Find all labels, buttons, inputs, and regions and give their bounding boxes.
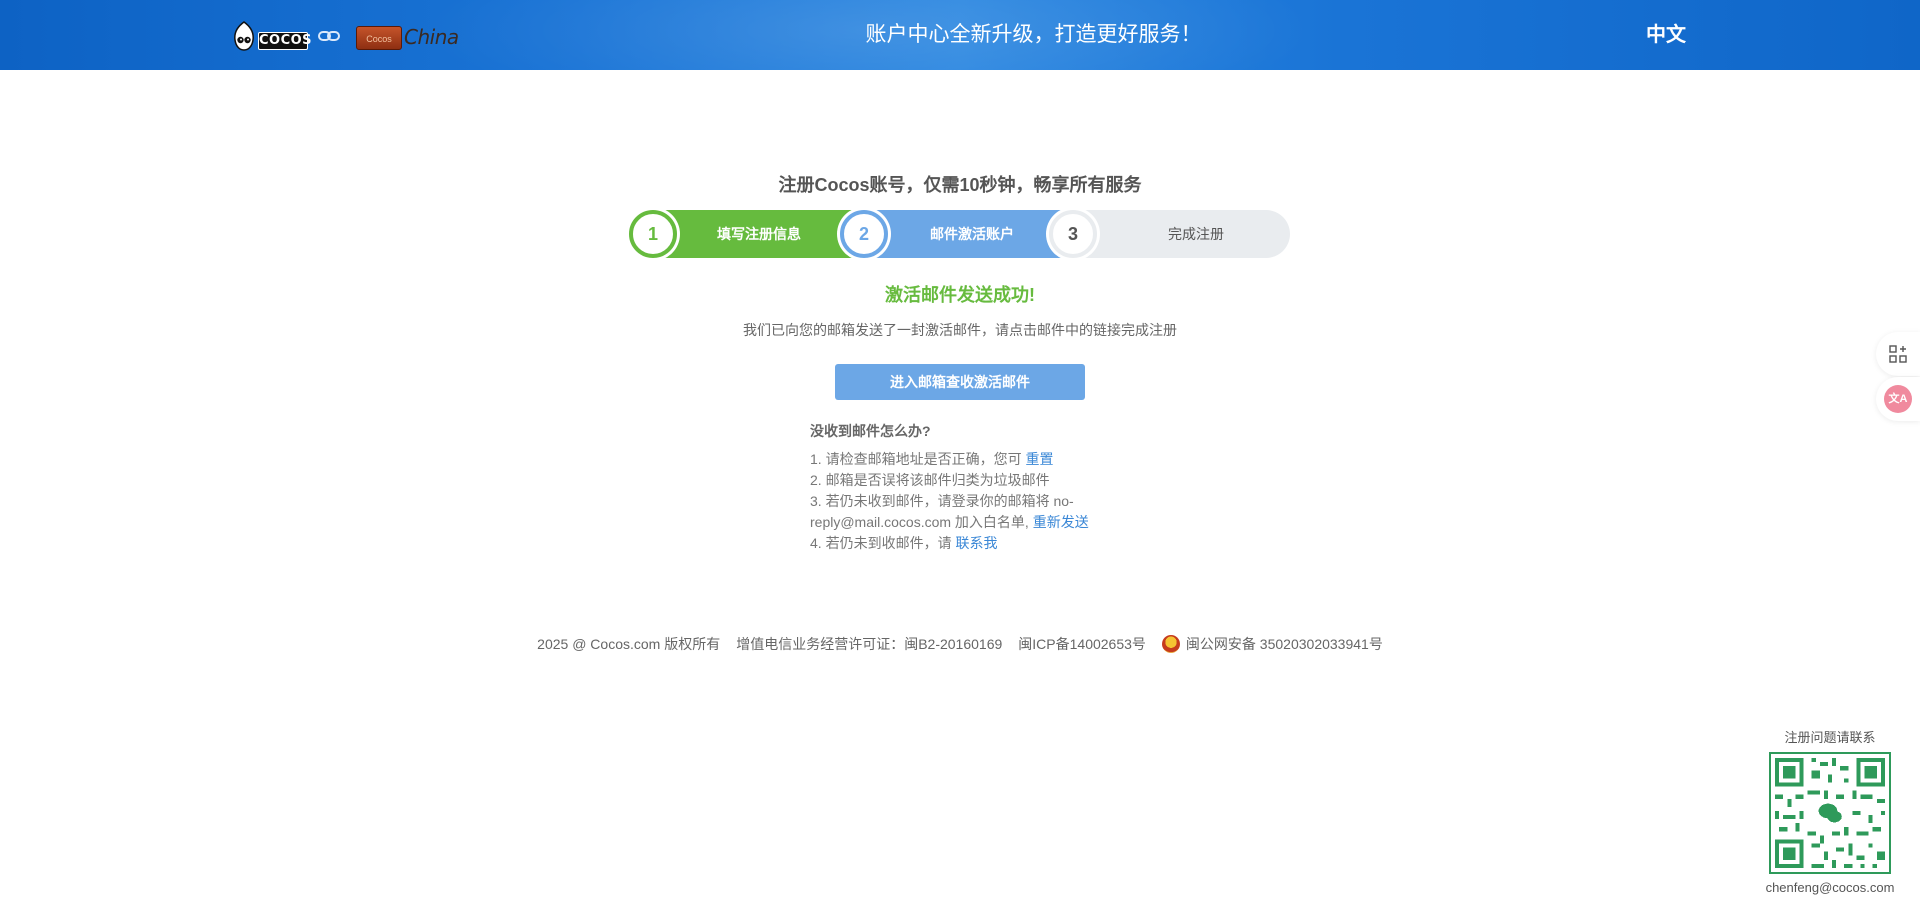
success-title: 激活邮件发送成功!	[885, 285, 1035, 305]
contact-link[interactable]: 联系我	[955, 535, 997, 551]
reset-link[interactable]: 重置	[1025, 451, 1053, 467]
go-to-mailbox-button[interactable]: 进入邮箱查收激活邮件	[835, 364, 1085, 400]
step-1-label: 填写注册信息	[717, 226, 801, 242]
help-item-1-text: 1. 请检查邮箱地址是否正确，您可	[810, 451, 1022, 467]
footer-police-text: 闽公网安备 35020302033941号	[1185, 636, 1383, 652]
step-2-label: 邮件激活账户	[930, 226, 1014, 242]
language-switch[interactable]: 中文	[1646, 0, 1686, 70]
step-1-number: 1	[629, 210, 677, 258]
help-item-4: 4. 若仍未到收邮件，请 联系我	[810, 533, 1110, 554]
register-steps: 填写注册信息 邮件激活账户 完成注册 1 2 3	[629, 210, 1290, 258]
success-description: 我们已向您的邮箱发送了一封激活邮件，请点击邮件中的链接完成注册	[743, 322, 1177, 338]
footer-icp[interactable]: 闽ICP备14002653号	[1018, 634, 1146, 654]
qr-code-icon	[1771, 754, 1889, 872]
footer-license[interactable]: 增值电信业务经营许可证：闽B2-20160169	[736, 634, 1002, 654]
footer-copyright: 2025 @ Cocos.com 版权所有	[537, 636, 721, 652]
step-3-number: 3	[1049, 210, 1097, 258]
resend-link[interactable]: 重新发送	[1033, 514, 1089, 530]
apps-add-icon	[1889, 345, 1907, 363]
qr-code-image	[1769, 752, 1891, 874]
footer-police[interactable]: 闽公网安备 35020302033941号	[1161, 634, 1383, 654]
qr-title: 注册问题请联系	[1784, 730, 1876, 745]
help-section: 没收到邮件怎么办? 1. 请检查邮箱地址是否正确，您可 重置 2. 邮箱是否误将…	[810, 421, 1110, 554]
header-announcement: 账户中心全新升级，打造更好服务！	[865, 23, 1202, 46]
qr-contact-widget: 注册问题请联系 chenfeng@cocos.com	[1760, 727, 1900, 895]
help-item-4-text: 4. 若仍未到收邮件，请	[810, 535, 952, 551]
side-tool-translate[interactable]: 文A	[1876, 377, 1920, 421]
side-tool-apps[interactable]	[1876, 332, 1920, 376]
top-header: COCOS Cocos China 账户中心全新升级，打造更好服务！ 中文	[0, 0, 1920, 70]
contact-email: chenfeng@cocos.com	[1765, 880, 1895, 895]
footer: 2025 @ Cocos.com 版权所有 增值电信业务经营许可证：闽B2-20…	[0, 634, 1920, 654]
step-3-label: 完成注册	[1168, 226, 1224, 242]
help-question: 没收到邮件怎么办?	[810, 423, 931, 439]
step-2-number: 2	[840, 210, 888, 258]
help-item-2-text: 2. 邮箱是否误将该邮件归类为垃圾邮件	[810, 472, 1050, 488]
help-item-1: 1. 请检查邮箱地址是否正确，您可 重置	[810, 449, 1110, 470]
police-badge-icon	[1161, 635, 1180, 653]
help-item-2: 2. 邮箱是否误将该邮件归类为垃圾邮件	[810, 470, 1110, 491]
translate-icon: 文A	[1884, 385, 1912, 413]
help-item-3: 3. 若仍未收到邮件，请登录你的邮箱将 no-reply@mail.cocos.…	[810, 491, 1110, 533]
register-title: 注册Cocos账号，仅需10秒钟，畅享所有服务	[778, 175, 1142, 195]
